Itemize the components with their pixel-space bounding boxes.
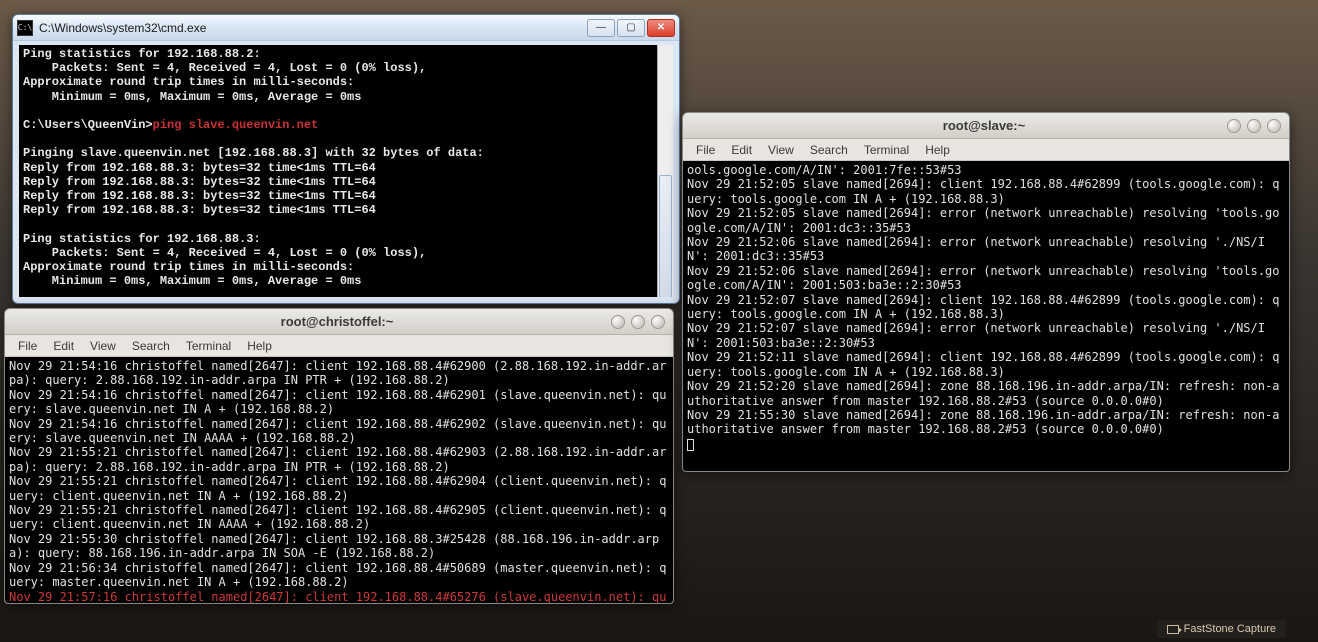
minimize-button[interactable]: —: [587, 19, 615, 37]
slave-menubar: File Edit View Search Terminal Help: [683, 139, 1289, 161]
minimize-button[interactable]: [1227, 119, 1241, 133]
maximize-button[interactable]: [1247, 119, 1261, 133]
christoffel-output: Nov 29 21:54:16 christoffel named[2647]:…: [5, 357, 673, 603]
close-button[interactable]: [651, 315, 665, 329]
menu-terminal[interactable]: Terminal: [857, 141, 916, 159]
cmd-scroll-thumb[interactable]: [659, 175, 672, 297]
menu-search[interactable]: Search: [125, 337, 177, 355]
menu-file[interactable]: File: [11, 337, 44, 355]
slave-body[interactable]: ools.google.com/A/IN': 2001:7fe::53#53 N…: [683, 161, 1289, 471]
cmd-scrollbar[interactable]: [657, 45, 673, 297]
christoffel-title: root@christoffel:~: [63, 314, 611, 329]
cmd-output: Ping statistics for 192.168.88.2: Packet…: [19, 45, 673, 297]
christoffel-body[interactable]: Nov 29 21:54:16 christoffel named[2647]:…: [5, 357, 673, 603]
christoffel-menubar: File Edit View Search Terminal Help: [5, 335, 673, 357]
menu-view[interactable]: View: [83, 337, 123, 355]
terminal-slave: root@slave:~ File Edit View Search Termi…: [682, 112, 1290, 472]
cmd-body[interactable]: Ping statistics for 192.168.88.2: Packet…: [19, 45, 673, 297]
slave-titlebar[interactable]: root@slave:~: [683, 113, 1289, 139]
menu-help[interactable]: Help: [240, 337, 279, 355]
terminal-christoffel: root@christoffel:~ File Edit View Search…: [4, 308, 674, 604]
terminal-cursor: [687, 439, 694, 451]
menu-help[interactable]: Help: [918, 141, 957, 159]
cmd-title: C:\Windows\system32\cmd.exe: [39, 21, 587, 35]
maximize-button[interactable]: [631, 315, 645, 329]
menu-view[interactable]: View: [761, 141, 801, 159]
tray-faststone-label: FastStone Capture: [1184, 623, 1276, 635]
cmd-window: C:\ C:\Windows\system32\cmd.exe — ▢ ✕ Pi…: [12, 14, 680, 304]
menu-search[interactable]: Search: [803, 141, 855, 159]
menu-edit[interactable]: Edit: [724, 141, 759, 159]
menu-terminal[interactable]: Terminal: [179, 337, 238, 355]
camera-icon: [1167, 625, 1179, 634]
slave-title: root@slave:~: [741, 118, 1227, 133]
minimize-button[interactable]: [611, 315, 625, 329]
slave-output: ools.google.com/A/IN': 2001:7fe::53#53 N…: [683, 161, 1289, 453]
menu-edit[interactable]: Edit: [46, 337, 81, 355]
christoffel-titlebar[interactable]: root@christoffel:~: [5, 309, 673, 335]
close-button[interactable]: [1267, 119, 1281, 133]
cmd-icon: C:\: [17, 20, 33, 36]
menu-file[interactable]: File: [689, 141, 722, 159]
maximize-button[interactable]: ▢: [617, 19, 645, 37]
cmd-titlebar[interactable]: C:\ C:\Windows\system32\cmd.exe — ▢ ✕: [13, 15, 679, 41]
tray-faststone[interactable]: FastStone Capture: [1157, 620, 1286, 638]
taskbar-tray: FastStone Capture: [1157, 620, 1286, 638]
close-button[interactable]: ✕: [647, 19, 675, 37]
